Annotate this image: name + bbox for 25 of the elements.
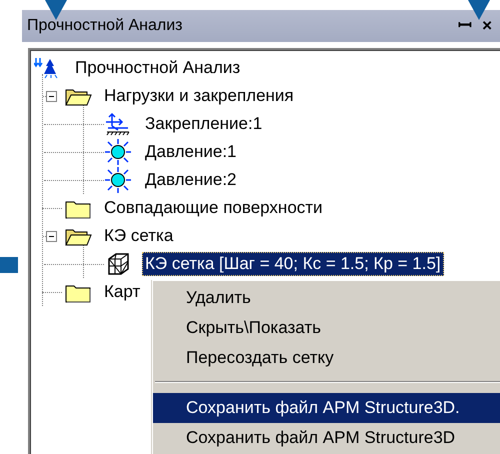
menu-item[interactable]: Сохранить файл APM Structure3D	[153, 423, 500, 453]
menu-item[interactable]: Скрыть\Показать	[153, 313, 500, 343]
tree-item[interactable]: Давление:2	[142, 168, 240, 192]
fixture-arrows-icon	[104, 112, 132, 136]
close-button[interactable]: ×	[480, 16, 494, 36]
tree-item[interactable]: КЭ сетка	[101, 224, 176, 248]
collapse-toggle[interactable]	[46, 230, 56, 242]
tree-item[interactable]: Совпадающие поверхности	[101, 196, 326, 220]
arrow-marker-icon	[468, 0, 490, 20]
menu-item[interactable]: Сохранить файл APM Structure3D.	[153, 393, 500, 423]
marker-bar	[0, 257, 18, 273]
tree-item[interactable]: Нагрузки и закрепления	[101, 84, 297, 108]
tree-item[interactable]: Прочностной Анализ	[72, 56, 244, 80]
collapse-toggle[interactable]	[46, 90, 56, 102]
tree-item[interactable]: Карт	[101, 280, 144, 304]
tree-item[interactable]: Давление:1	[142, 140, 240, 164]
menu-item[interactable]: Пересоздать сетку	[153, 343, 500, 373]
pressure-sphere-icon	[104, 139, 132, 165]
pin-button[interactable]: ꟷ	[456, 16, 474, 36]
tree-item[interactable]: КЭ сетка [Шаг = 40; Кс = 1.5; Кр = 1.5]	[142, 252, 444, 276]
pressure-sphere-icon	[104, 167, 132, 193]
arrow-marker-icon	[45, 0, 67, 20]
menu-item[interactable]: Удалить	[153, 283, 500, 313]
tree-item[interactable]: Закрепление:1	[142, 112, 266, 136]
panel-title: Прочностной Анализ	[27, 17, 184, 35]
